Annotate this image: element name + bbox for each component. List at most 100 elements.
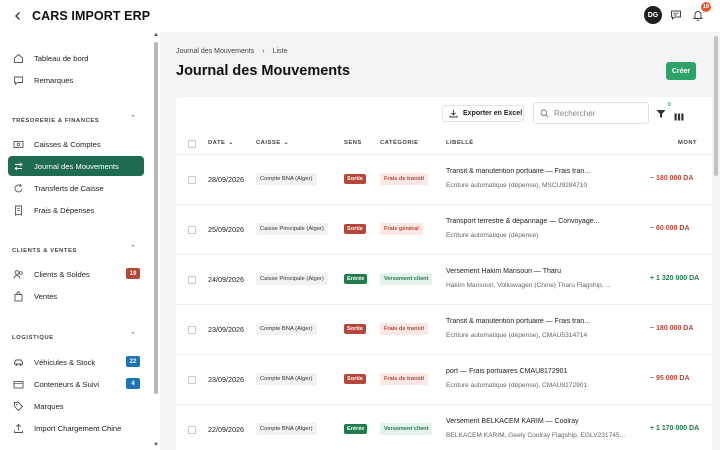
row-checkbox[interactable] [188, 326, 196, 334]
sidebar-item-frais-depenses[interactable]: Frais & Dépenses [8, 200, 144, 220]
comment-icon [12, 74, 24, 86]
receipt-icon [12, 204, 24, 216]
sidebar-item-label: Remarques [34, 75, 74, 85]
export-excel-button[interactable]: Exporter en Excel [442, 105, 524, 122]
cell-montant: − 180 000 DA [650, 325, 694, 332]
select-all-checkbox[interactable] [188, 140, 196, 148]
category-badge: Frais de transit [380, 373, 429, 385]
sidebar-item-label: Conteneurs & Suivi [34, 379, 100, 389]
create-button[interactable]: Créer [666, 62, 696, 80]
column-header-date[interactable]: DATE ⌄ [208, 140, 234, 146]
cell-caisse: Compte BNA (Alger) [256, 373, 317, 385]
sidebar-item-clients-soldes[interactable]: Clients & Soldes 19 [8, 264, 144, 284]
scrollbar-thumb[interactable] [714, 36, 718, 176]
notification-badge: 19 [700, 2, 711, 12]
sidebar-item-label: Tableau de bord [34, 53, 89, 63]
cell-libelle: Transit & manutention portuaire — Frais … [446, 168, 591, 175]
cell-montant: − 60 000 DA [650, 225, 690, 232]
table-row[interactable]: 23/09/2026 Compte BNA (Alger) Sortie Frais … [176, 355, 720, 405]
section-label-tresorerie: TRÉSORERIE & FINANCES [12, 118, 100, 124]
search-placeholder: Rechercher [554, 108, 596, 118]
sens-badge: Sortie [344, 224, 366, 234]
scrollbar-thumb[interactable] [154, 42, 158, 394]
cell-libelle-detail: Écriture automatique (dépense), CMAU8172… [446, 382, 588, 389]
cell-libelle: Transit & manutention portuaire — Frais … [446, 318, 591, 325]
row-checkbox[interactable] [188, 226, 196, 234]
breadcrumb-item-liste: Liste [272, 48, 288, 55]
filter-icon[interactable] [656, 106, 666, 124]
sidebar-item-tableau-de-bord[interactable]: Tableau de bord [8, 48, 144, 68]
table-row[interactable]: 24/09/2026 Caisse Principale (Alger) Entré… [176, 255, 720, 305]
user-avatar[interactable]: DG [644, 6, 662, 24]
column-header-sens[interactable]: SENS [344, 140, 362, 146]
row-checkbox[interactable] [188, 376, 196, 384]
chevron-up-icon[interactable]: ⌃ [130, 244, 136, 252]
sidebar-item-conteneurs-suivi[interactable]: Conteneurs & Suivi 4 [8, 374, 144, 394]
table-row[interactable]: 25/09/2026 Caisse Principale (Alger) Sorti… [176, 205, 720, 255]
scroll-up-icon[interactable]: ▲ [152, 32, 160, 38]
cell-caisse: Compte BNA (Alger) [256, 323, 317, 335]
row-checkbox[interactable] [188, 276, 196, 284]
sidebar-item-vehicules-stock[interactable]: Véhicules & Stock 22 [8, 352, 144, 372]
sidebar: Tableau de bord Remarques TRÉSORERIE & F… [0, 32, 160, 450]
sidebar-item-journal-des-mouvements[interactable]: Journal des Mouvements [8, 156, 144, 176]
top-bar: CARS IMPORT ERP DG 19 [0, 0, 720, 32]
sidebar-item-label: Journal des Mouvements [34, 161, 119, 171]
bag-icon [12, 290, 24, 302]
sidebar-item-caisses-comptes[interactable]: Caisses & Comptes [8, 134, 144, 154]
sens-badge: Entrée [344, 274, 368, 284]
sidebar-item-import-chargement-chine[interactable]: Import Chargement Chine [8, 418, 144, 438]
scroll-down-icon[interactable]: ▼ [152, 442, 160, 448]
search-icon [540, 109, 549, 118]
sidebar-item-label: Ventes [34, 291, 58, 301]
column-header-categorie[interactable]: CATÉGORIE [380, 140, 419, 146]
table-row[interactable]: 28/09/2026 Compte BNA (Alger) Sortie Frais … [176, 155, 720, 205]
category-badge: Frais général [380, 223, 423, 235]
cell-libelle-detail: BELKACEM KARIM, Geely Coolray Flagship, … [446, 432, 626, 439]
row-checkbox[interactable] [188, 426, 196, 434]
sidebar-item-label: Transferts de Caisse [34, 183, 104, 193]
chat-icon[interactable] [668, 7, 684, 23]
table-row[interactable]: 23/09/2026 Compte BNA (Alger) Sortie Frais … [176, 305, 720, 355]
cell-montant: + 1 170 000 DA [650, 425, 700, 432]
sidebar-item-marques[interactable]: Marques [8, 396, 144, 416]
search-input[interactable]: Rechercher [533, 102, 649, 124]
sidebar-item-label: Frais & Dépenses [34, 205, 95, 215]
cell-libelle: Transport terrestre & dépannage — Convoy… [446, 218, 600, 225]
chevron-up-icon[interactable]: ⌃ [130, 331, 136, 339]
sidebar-item-transferts-de-caisse[interactable]: Transferts de Caisse [8, 178, 144, 198]
column-header-caisse[interactable]: CAISSE ⌄ [256, 140, 289, 146]
main-scrollbar[interactable] [712, 32, 720, 450]
cell-date: 23/09/2026 [208, 375, 244, 384]
sidebar-item-ventes[interactable]: Ventes [8, 286, 144, 306]
count-badge: 22 [126, 356, 140, 367]
column-header-montant[interactable]: MONT [678, 140, 697, 146]
sidebar-scrollbar[interactable]: ▲ ▼ [152, 32, 160, 450]
back-arrow-icon[interactable] [8, 6, 28, 26]
category-badge: Versement client [380, 423, 433, 435]
section-label-clients-ventes: CLIENTS & VENTES [12, 248, 77, 254]
car-icon [12, 356, 24, 368]
home-icon [12, 52, 24, 64]
chevron-down-icon: ⌄ [283, 140, 289, 146]
category-badge: Frais de transit [380, 323, 429, 335]
sidebar-item-label: Import Chargement Chine [34, 423, 122, 433]
chevron-right-icon: › [262, 48, 265, 55]
sens-badge: Sortie [344, 174, 366, 184]
columns-icon[interactable] [674, 108, 684, 126]
cell-caisse: Compte BNA (Alger) [256, 173, 317, 185]
cell-libelle-detail: Hakim Mansouri, Volkswagen (Chine) Tharu… [446, 282, 611, 289]
chevron-up-icon[interactable]: ⌃ [130, 114, 136, 122]
cell-date: 23/09/2026 [208, 325, 244, 334]
users-icon [12, 268, 24, 280]
app-title: CARS IMPORT ERP [32, 9, 151, 23]
sidebar-item-label: Marques [34, 401, 64, 411]
row-checkbox[interactable] [188, 176, 196, 184]
breadcrumb-item-journal[interactable]: Journal des Mouvements [176, 48, 254, 55]
refresh-icon [12, 182, 24, 194]
sidebar-item-remarques[interactable]: Remarques [8, 70, 144, 90]
table-row[interactable]: 22/09/2026 Compte BNA (Alger) Entrée Versem… [176, 405, 720, 450]
sens-badge: Sortie [344, 374, 366, 384]
bell-icon[interactable]: 19 [690, 2, 711, 23]
column-header-libelle[interactable]: LIBELLÉ [446, 140, 474, 146]
